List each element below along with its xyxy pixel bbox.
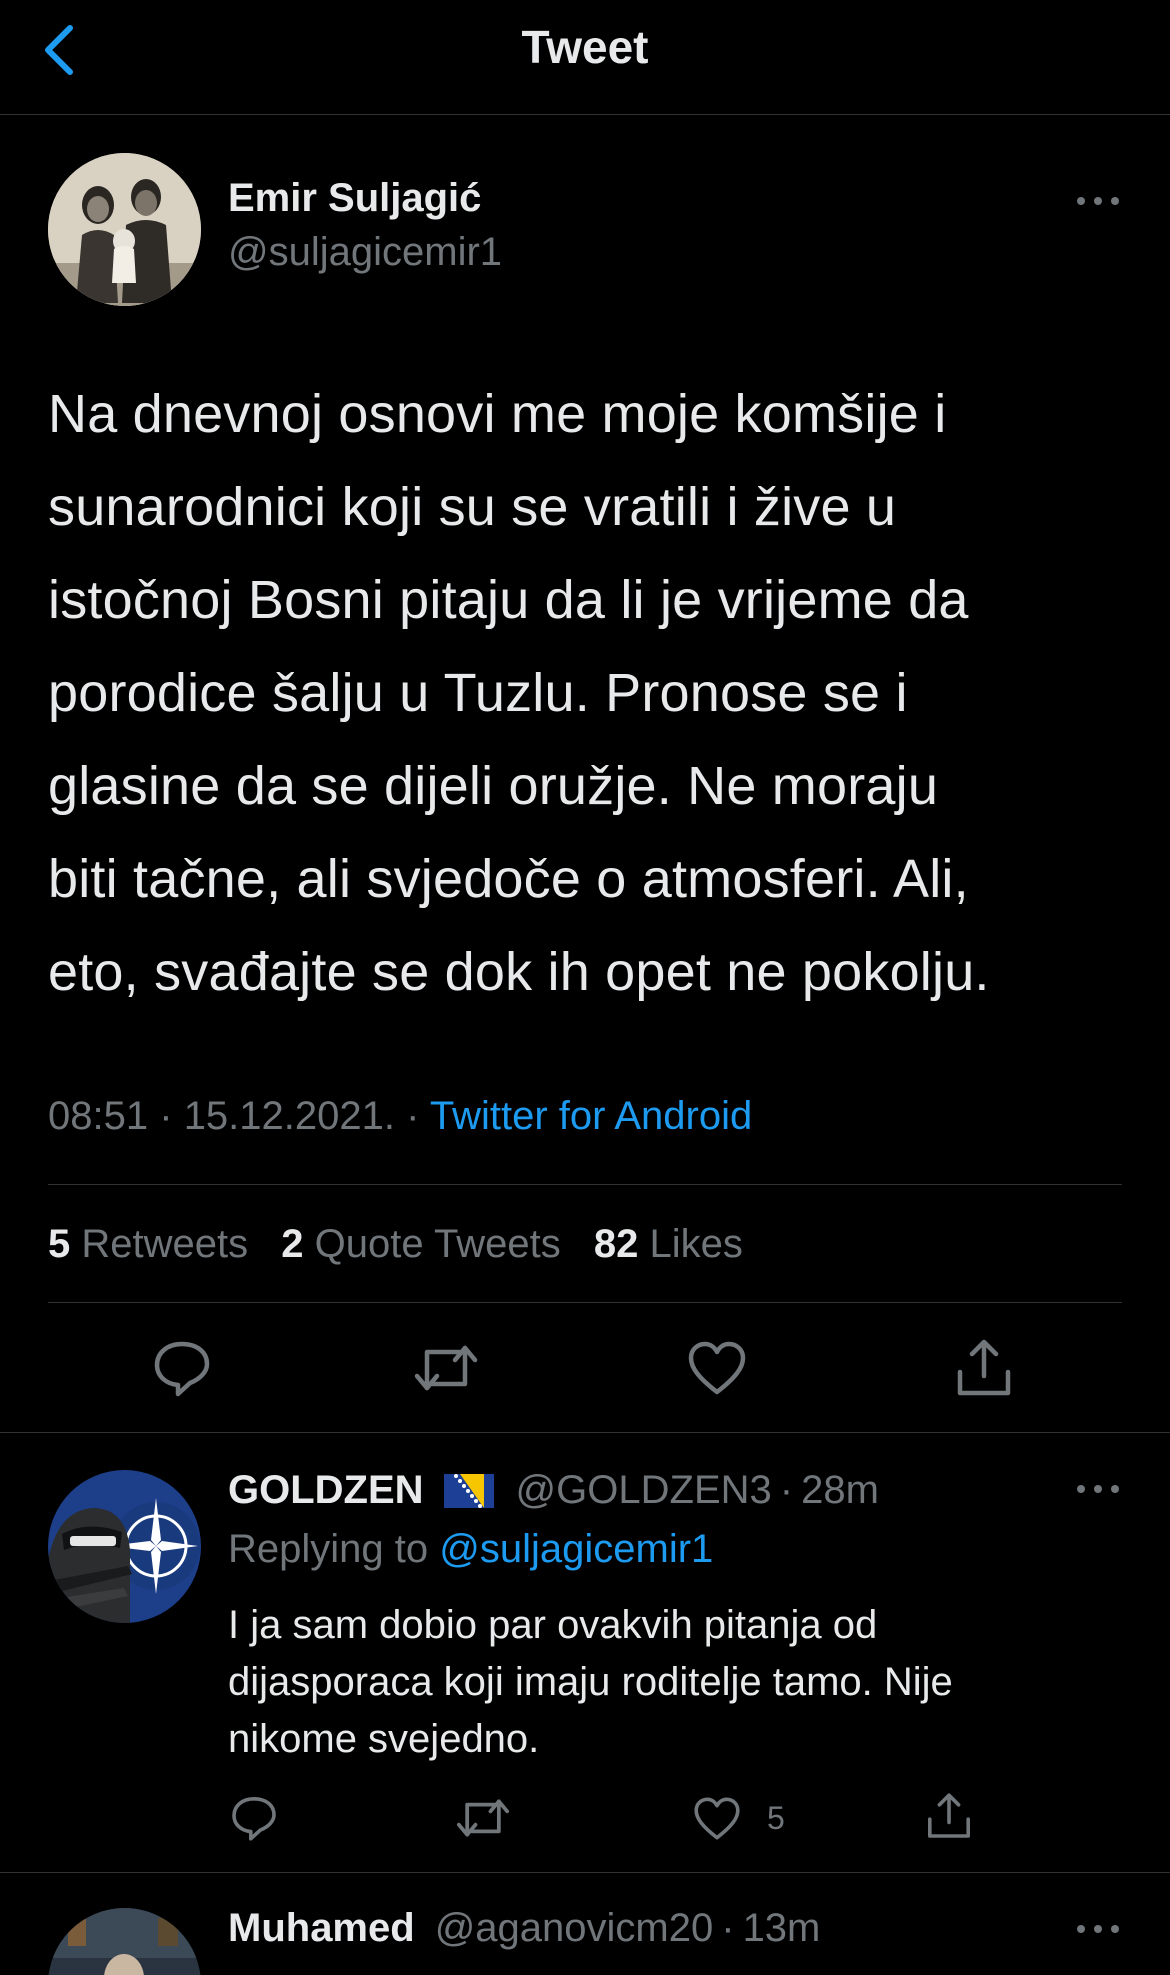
reply-text-line: I ja sam dobio par ovakvih pitanja od bbox=[228, 1603, 878, 1647]
reply-more-button[interactable] bbox=[1068, 1469, 1128, 1509]
author-name[interactable]: Emir Suljagić bbox=[228, 176, 481, 221]
retweet-button[interactable] bbox=[413, 1335, 479, 1401]
reply-button[interactable] bbox=[149, 1335, 215, 1401]
heart-icon bbox=[688, 1341, 746, 1395]
tweet-time: 08:51 bbox=[48, 1094, 149, 1138]
reply-avatar[interactable] bbox=[48, 1470, 201, 1623]
muhamed-avatar-image bbox=[48, 1908, 201, 1975]
tweet-source-link[interactable]: Twitter for Android bbox=[430, 1094, 752, 1138]
divider bbox=[48, 1302, 1122, 1303]
nato-soldier-avatar-image bbox=[48, 1470, 201, 1623]
reply-header: Muhamed @aganovicm20 · 13m bbox=[228, 1906, 820, 1951]
more-horizontal-icon bbox=[1077, 1925, 1119, 1933]
more-horizontal-icon bbox=[1077, 197, 1119, 205]
share-button[interactable] bbox=[951, 1335, 1017, 1401]
divider bbox=[0, 1872, 1170, 1873]
top-bar: Tweet bbox=[0, 0, 1170, 115]
reply-share-button[interactable] bbox=[925, 1788, 973, 1844]
replying-to-handle-link[interactable]: @suljagicemir1 bbox=[439, 1527, 713, 1571]
more-horizontal-icon bbox=[1077, 1485, 1119, 1493]
avatar[interactable] bbox=[48, 153, 201, 306]
retweet-icon bbox=[456, 1799, 510, 1837]
tweet-text-line: istočnoj Bosni pitaju da li je vrijeme d… bbox=[48, 570, 969, 630]
tweet-text-line: glasine da se dijeli oružje. Ne moraju bbox=[48, 756, 939, 816]
share-icon bbox=[928, 1793, 970, 1838]
tweet-text-line: eto, svađajte se dok ih opet ne pokolju. bbox=[48, 942, 990, 1002]
author-handle[interactable]: @suljagicemir1 bbox=[228, 230, 502, 275]
replying-to-label: Replying to bbox=[228, 1527, 429, 1571]
divider bbox=[48, 1184, 1122, 1185]
reply-more-button[interactable] bbox=[1068, 1909, 1128, 1949]
meta-separator: · bbox=[721, 1906, 735, 1950]
tweet-text-line: biti tačne, ali svjedoče o atmosferi. Al… bbox=[48, 849, 969, 909]
meta-separator: · bbox=[406, 1094, 420, 1138]
like-button[interactable] bbox=[684, 1335, 750, 1401]
share-icon bbox=[957, 1339, 1011, 1396]
tweet-text: Na dnevnoj osnovi me moje komšije i suna… bbox=[48, 368, 1128, 1019]
reply-text-line: dijasporaca koji imaju roditelje tamo. N… bbox=[228, 1660, 953, 1704]
reply-author-handle[interactable]: @GOLDZEN3 bbox=[516, 1468, 772, 1513]
reply-reply-button[interactable] bbox=[230, 1790, 278, 1846]
reply-avatar[interactable] bbox=[48, 1908, 201, 1975]
divider bbox=[0, 1432, 1170, 1433]
reply-header: GOLDZEN @GOLDZEN3 · 28m bbox=[228, 1468, 879, 1513]
reply-icon bbox=[232, 1797, 276, 1841]
quote-tweets-stat[interactable]: 2 Quote Tweets bbox=[281, 1222, 560, 1266]
reply-author-name[interactable]: GOLDZEN bbox=[228, 1468, 424, 1513]
reply-time: 28m bbox=[801, 1468, 879, 1512]
reply-icon bbox=[154, 1341, 210, 1397]
tweet-text-line: sunarodnici koji su se vratili i žive u bbox=[48, 477, 897, 537]
reply-text-line: nikome svejedno. bbox=[228, 1717, 540, 1761]
tweet-meta: 08:51 · 15.12.2021. · Twitter for Androi… bbox=[48, 1094, 752, 1139]
tweet-date: 15.12.2021. bbox=[183, 1094, 395, 1138]
bosnia-flag-icon bbox=[443, 1473, 494, 1508]
meta-separator: · bbox=[779, 1468, 794, 1512]
reply-time: 13m bbox=[742, 1906, 821, 1950]
retweets-stat[interactable]: 5 Retweets bbox=[48, 1222, 248, 1266]
heart-icon bbox=[694, 1797, 740, 1839]
tweet-stats: 5 Retweets 2 Quote Tweets 82 Likes bbox=[48, 1222, 765, 1267]
reply-like-button[interactable]: 5 bbox=[693, 1790, 785, 1846]
retweet-icon bbox=[414, 1345, 478, 1391]
meta-separator: · bbox=[159, 1094, 173, 1138]
likes-stat[interactable]: 82 Likes bbox=[594, 1222, 743, 1266]
reply-like-count: 5 bbox=[767, 1799, 785, 1836]
reply-retweet-button[interactable] bbox=[455, 1790, 511, 1846]
reply-author-name[interactable]: Muhamed bbox=[228, 1906, 415, 1951]
replying-to: Replying to @suljagicemir1 bbox=[228, 1527, 713, 1572]
reply-text: I ja sam dobio par ovakvih pitanja od di… bbox=[228, 1597, 1128, 1768]
more-options-button[interactable] bbox=[1068, 181, 1128, 221]
tweet-text-line: Na dnevnoj osnovi me moje komšije i bbox=[48, 384, 947, 444]
tweet-text-line: porodice šalju u Tuzlu. Pronose se i bbox=[48, 663, 908, 723]
family-photo-avatar-image bbox=[48, 153, 201, 306]
tweet-detail-screen: Tweet Emir Suljagić @suljagicemir1 Na dn… bbox=[0, 0, 1170, 1975]
page-title: Tweet bbox=[521, 21, 649, 73]
reply-author-handle[interactable]: @aganovicm20 bbox=[435, 1906, 714, 1951]
